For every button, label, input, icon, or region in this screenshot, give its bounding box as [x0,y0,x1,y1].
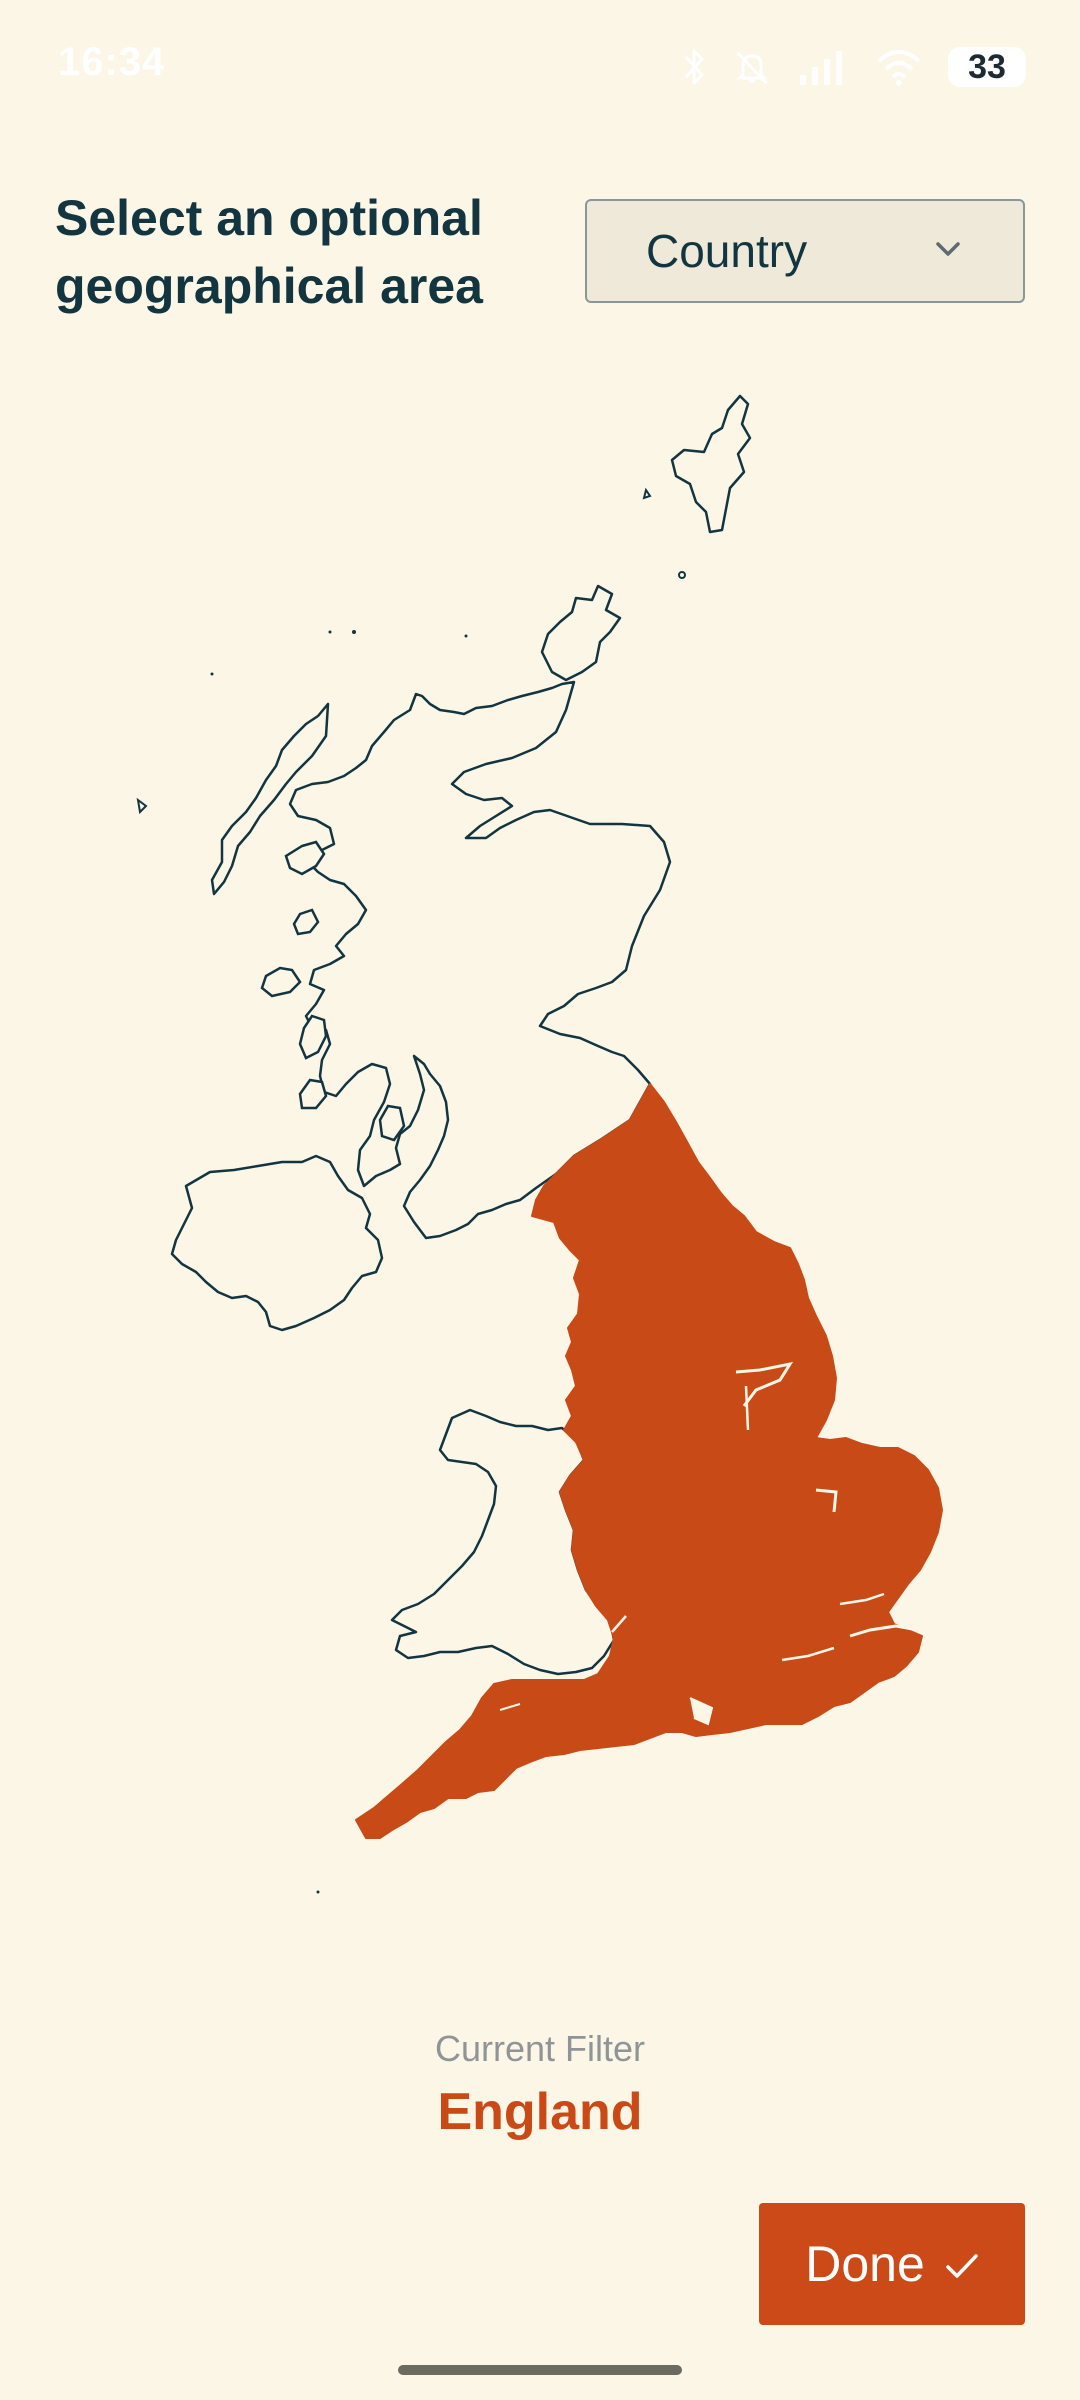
current-filter-value: England [437,2083,643,2141]
bell-muted-icon [732,47,772,87]
screen: 16:34 33 Select an optional geographical… [0,0,1080,2400]
map-shetland[interactable] [670,394,752,534]
bluetooth-icon [682,47,706,87]
page-title: Select an optional geographical area [55,190,483,314]
status-icons: 33 [682,44,1026,90]
area-type-value: Country [646,225,808,277]
map-northern-ireland[interactable] [170,1154,384,1332]
area-type-dropdown[interactable]: Country [585,199,1025,303]
uk-map[interactable] [0,380,1080,1920]
home-indicator[interactable] [398,2365,682,2375]
wifi-icon [876,47,922,87]
current-filter-label: Current Filter [434,2028,646,2069]
done-button-label: Done [805,2236,925,2292]
signal-icon [798,47,850,87]
map-orkney[interactable] [540,584,622,682]
chevron-down-icon [933,239,963,264]
status-bar: 16:34 33 [0,0,1080,130]
check-icon [945,2235,979,2293]
done-button[interactable]: Done [759,2203,1025,2325]
battery-indicator: 33 [948,47,1026,87]
status-time: 16:34 [58,40,166,84]
